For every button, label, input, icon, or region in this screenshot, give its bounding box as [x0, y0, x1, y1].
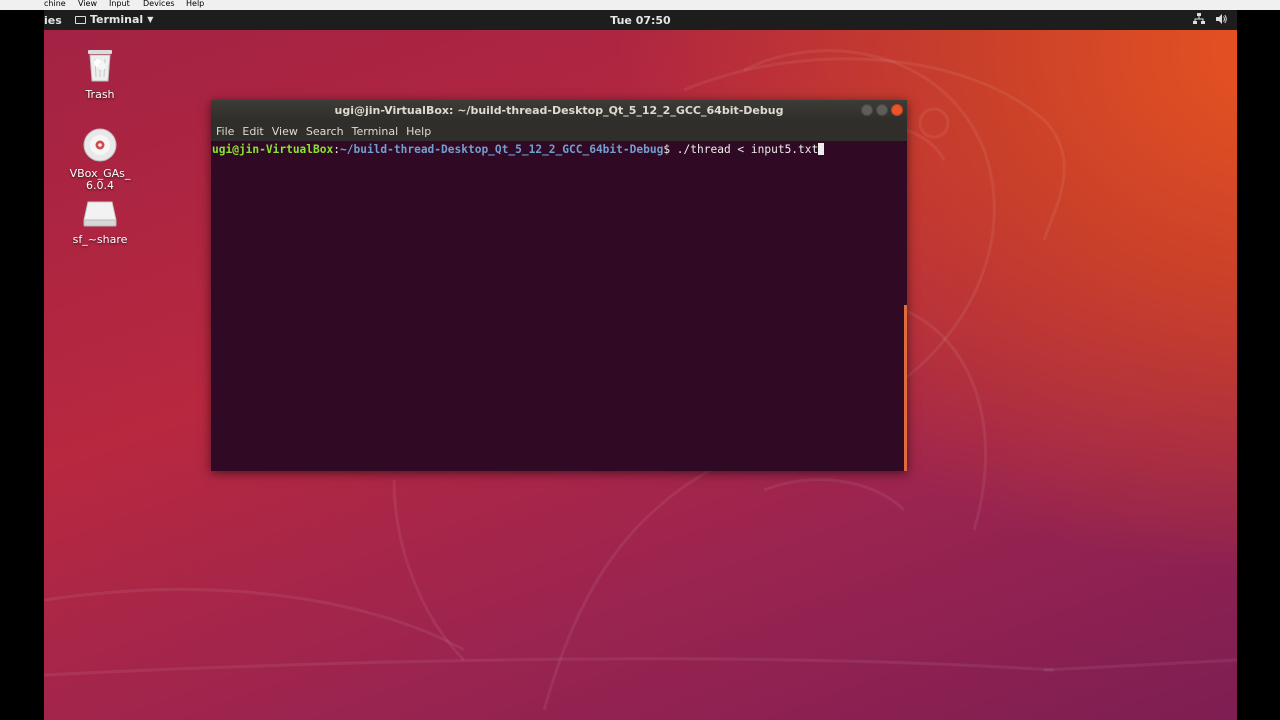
system-tray[interactable]: [1193, 13, 1227, 25]
prompt-line: ugi@jin-VirtualBox:~/build-thread-Deskto…: [212, 143, 825, 156]
terminal-icon: [75, 15, 86, 24]
prompt-symbol: $: [663, 143, 677, 156]
caret-down-icon: ▼: [147, 15, 154, 24]
terminal-menubar: File Edit View Search Terminal Help: [211, 121, 907, 141]
menu-search[interactable]: Search: [306, 125, 344, 138]
scrollbar[interactable]: [904, 305, 907, 471]
desktop-icon-label: sf_~share: [72, 233, 128, 246]
desktop-icon-sf-share[interactable]: sf_~share: [60, 200, 140, 246]
terminal-window[interactable]: ugi@jin-VirtualBox: ~/build-thread-Deskt…: [211, 100, 907, 471]
desktop-icon-trash[interactable]: Trash: [60, 47, 140, 101]
menu-help[interactable]: Help: [406, 125, 431, 138]
terminal-output[interactable]: ugi@jin-VirtualBox:~/build-thread-Deskto…: [211, 141, 907, 471]
menu-terminal[interactable]: Terminal: [352, 125, 399, 138]
menu-file[interactable]: File: [216, 125, 234, 138]
optical-disc-icon: [83, 128, 117, 162]
desktop-icon-label: Trash: [85, 88, 115, 101]
maximize-icon[interactable]: [876, 104, 888, 116]
vbox-menubar: chine View Input Devices Help: [0, 0, 1280, 10]
vbox-menu-help[interactable]: Help: [186, 0, 204, 9]
top-panel: ies Terminal ▼ Tue 07:50: [44, 10, 1237, 30]
drive-icon: [83, 201, 117, 227]
desktop-icon-label: VBox_GAs_ 6.0.4: [69, 167, 131, 192]
trash-icon: [88, 50, 112, 82]
clock[interactable]: Tue 07:50: [610, 14, 670, 27]
text-cursor: [818, 143, 825, 155]
vbox-menu-input[interactable]: Input: [109, 0, 130, 9]
prompt-separator: :: [333, 143, 340, 156]
vbox-menu-devices[interactable]: Devices: [143, 0, 175, 9]
menu-view[interactable]: View: [272, 125, 298, 138]
window-controls: [861, 104, 903, 116]
close-icon[interactable]: [891, 104, 903, 116]
app-menu-label: Terminal: [90, 13, 144, 26]
activities-button[interactable]: ies: [44, 14, 62, 27]
minimize-icon[interactable]: [861, 104, 873, 116]
volume-icon[interactable]: [1215, 13, 1227, 25]
window-titlebar[interactable]: ugi@jin-VirtualBox: ~/build-thread-Deskt…: [211, 100, 907, 121]
app-menu[interactable]: Terminal ▼: [75, 13, 153, 26]
network-icon[interactable]: [1193, 13, 1205, 25]
prompt-user: ugi@jin-VirtualBox: [212, 143, 334, 156]
command-text[interactable]: ./thread < input5.txt: [677, 143, 818, 156]
prompt-path: ~/build-thread-Desktop_Qt_5_12_2_GCC_64b…: [340, 143, 664, 156]
desktop-icon-vbox-gas[interactable]: VBox_GAs_ 6.0.4: [60, 116, 140, 204]
guest-desktop: ies Terminal ▼ Tue 07:50 Trash VBox_GAs_…: [44, 10, 1237, 720]
vbox-menu-view[interactable]: View: [78, 0, 97, 9]
vbox-menu-machine[interactable]: chine: [44, 0, 66, 9]
window-title: ugi@jin-VirtualBox: ~/build-thread-Deskt…: [334, 104, 784, 117]
menu-edit[interactable]: Edit: [242, 125, 263, 138]
